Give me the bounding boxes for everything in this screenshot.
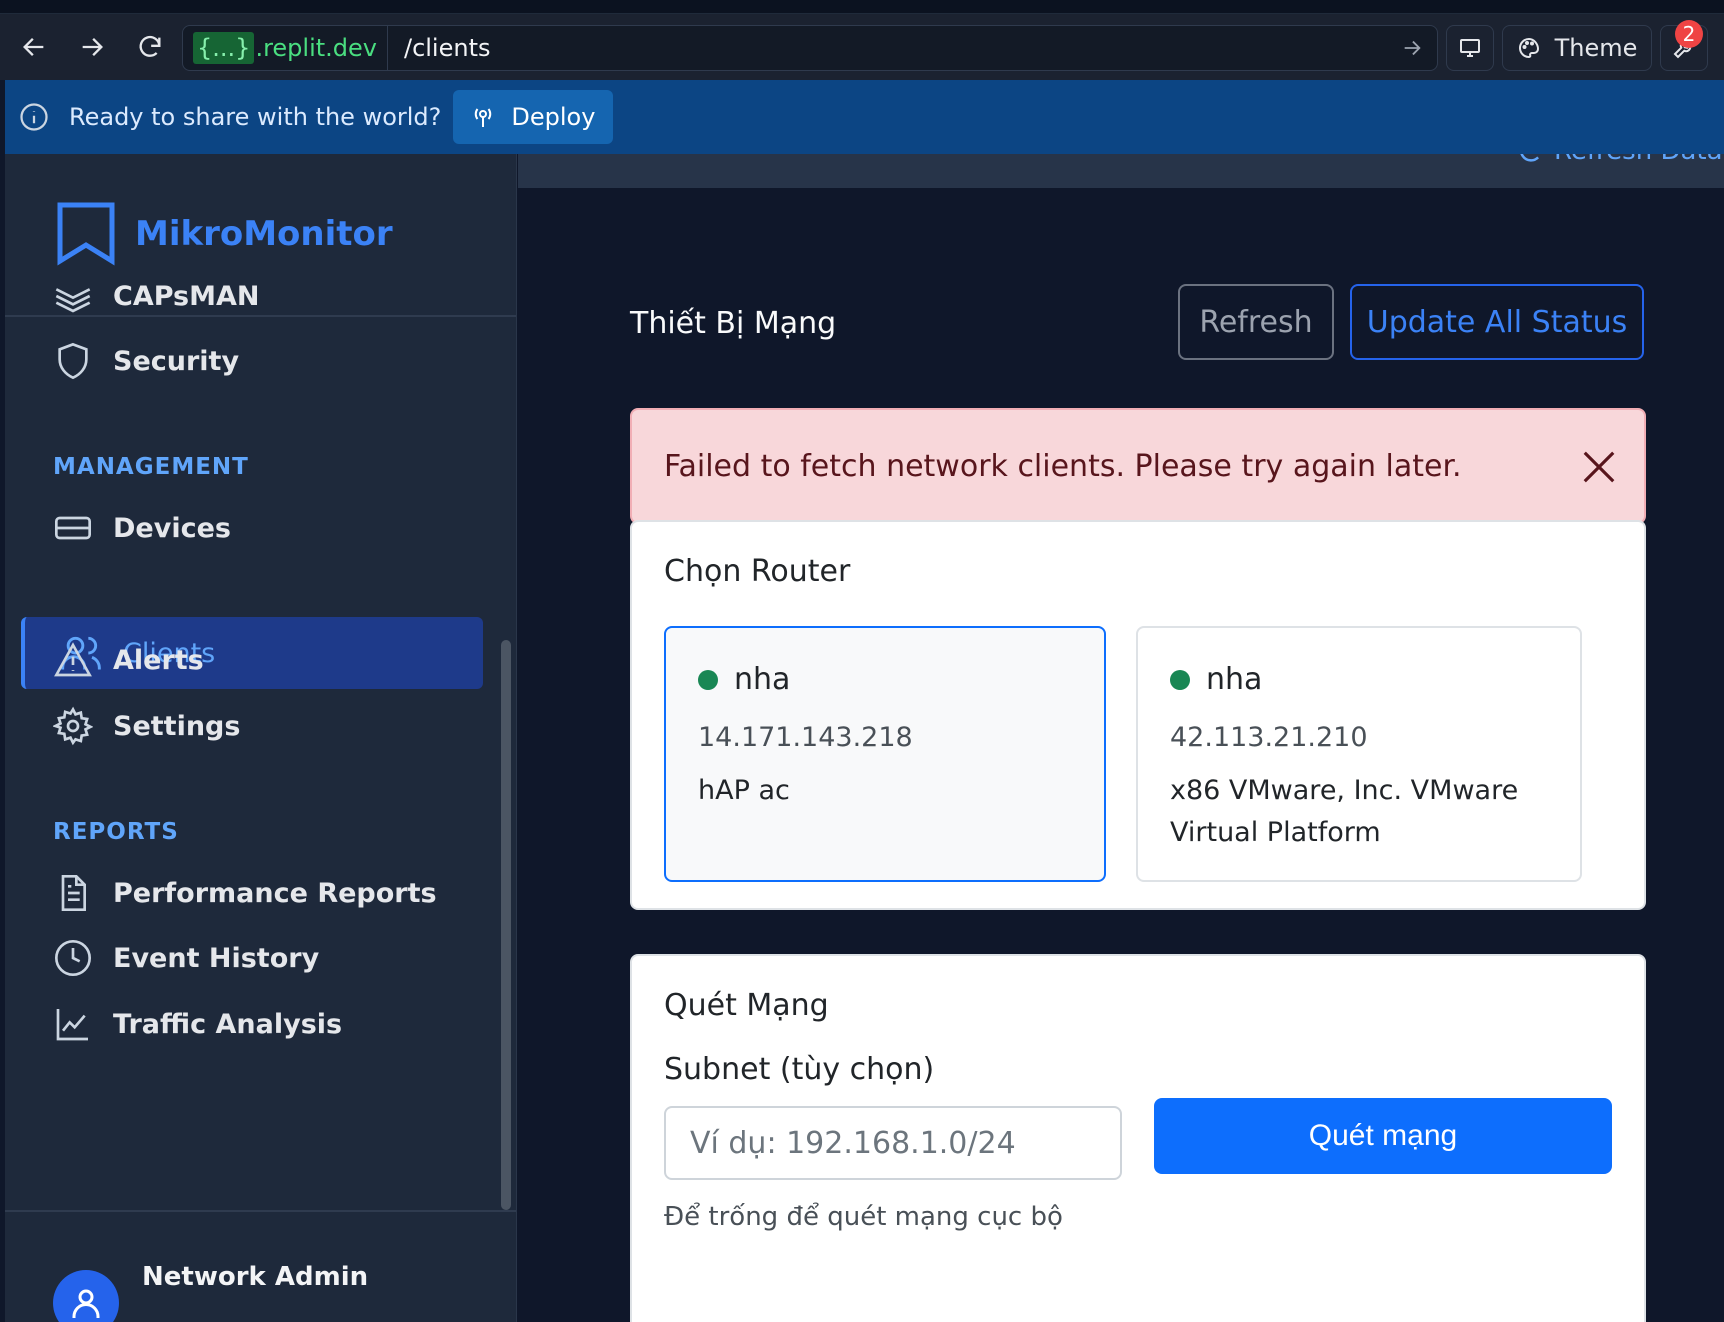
- status-dot: [698, 670, 718, 690]
- router-model: x86 VMware, Inc. VMware Virtual Platform: [1170, 775, 1519, 848]
- section-reports-label: REPORTS: [53, 819, 179, 845]
- router-card-title: Chọn Router: [664, 554, 851, 589]
- deploy-icon: [475, 108, 492, 127]
- sidebar-item-label: Alerts: [113, 644, 204, 676]
- tools-button[interactable]: 2: [1660, 20, 1708, 71]
- refresh-button[interactable]: Refresh: [1178, 284, 1334, 360]
- router-select-card: Chọn Router nha 14.171.143.218 hAP ac nh…: [630, 520, 1646, 910]
- deploy-button[interactable]: Deploy: [453, 90, 614, 144]
- sidebar-item-label: Settings: [113, 710, 241, 742]
- network-scan-card: Quét Mạng Subnet (tùy chọn) Quét mạng Để…: [630, 954, 1646, 1322]
- router-option-1[interactable]: nha 14.171.143.218 hAP ac: [664, 626, 1106, 882]
- forward-button[interactable]: [64, 19, 120, 75]
- avatar[interactable]: [53, 1270, 119, 1322]
- section-management-label: MANAGEMENT: [53, 454, 249, 480]
- scan-network-button[interactable]: Quét mạng: [1154, 1098, 1612, 1174]
- url-domain: {...} .replit.dev: [183, 26, 388, 70]
- refresh-icon: [1520, 154, 1540, 162]
- router-name: nha: [734, 662, 791, 697]
- sidebar-item-label: Traffic Analysis: [113, 1008, 343, 1040]
- address-bar[interactable]: {...} .replit.dev /clients: [182, 25, 1438, 71]
- sidebar-item-label: CAPsMAN: [113, 280, 260, 312]
- chart-icon: [56, 1009, 88, 1041]
- deploy-banner: Ready to share with the world? Deploy: [5, 80, 1724, 154]
- sidebar-item-label: Performance Reports: [113, 877, 437, 909]
- monitor-icon: [1460, 39, 1480, 57]
- server-icon: [55, 516, 91, 540]
- domain-suffix: .replit.dev: [255, 34, 377, 62]
- arrow-left-icon: [23, 38, 44, 56]
- main-header: Refresh Data: [518, 154, 1724, 188]
- warning-icon: [54, 642, 92, 677]
- scan-card-title: Quét Mạng: [664, 988, 829, 1023]
- brand-name: MikroMonitor: [135, 214, 393, 254]
- router-option-2[interactable]: nha 42.113.21.210 x86 VMware, Inc. VMwar…: [1136, 626, 1582, 882]
- sidebar-item-devices[interactable]: Devices: [53, 502, 231, 554]
- close-icon[interactable]: [1580, 448, 1618, 486]
- clock-icon: [55, 940, 91, 976]
- update-all-status-button[interactable]: Update All Status: [1350, 284, 1644, 360]
- sidebar-item-label: Security: [113, 345, 240, 377]
- sidebar-divider: [5, 1210, 516, 1212]
- info-icon: [20, 103, 48, 131]
- sidebar-item-traffic-analysis[interactable]: Traffic Analysis: [53, 998, 342, 1050]
- back-button[interactable]: [6, 19, 62, 75]
- theme-button[interactable]: Theme: [1502, 25, 1652, 71]
- layers-icon: [55, 288, 91, 313]
- arrow-right-icon: [82, 38, 103, 56]
- user-icon: [72, 1289, 100, 1318]
- sidebar-item-alerts[interactable]: Alerts: [53, 634, 204, 686]
- sidebar-item-performance-reports[interactable]: Performance Reports: [53, 867, 437, 919]
- sidebar: MikroMonitor CAPsMAN Security MANAGEMENT…: [5, 154, 517, 1322]
- subnet-label: Subnet (tùy chọn): [664, 1052, 935, 1087]
- banner-message: Ready to share with the world?: [69, 103, 442, 131]
- arrow-right-icon: [1404, 40, 1421, 56]
- shield-icon: [58, 342, 88, 380]
- domain-prefix: {...}: [193, 32, 255, 64]
- router-name: nha: [1206, 662, 1263, 697]
- sidebar-item-security[interactable]: Security: [53, 335, 239, 387]
- subnet-input[interactable]: [664, 1106, 1122, 1180]
- url-go-button[interactable]: [1387, 37, 1437, 59]
- browser-tab-strip: [0, 0, 1724, 14]
- sidebar-item-settings[interactable]: Settings: [53, 700, 240, 752]
- status-dot: [1170, 670, 1190, 690]
- url-path: /clients: [403, 34, 491, 62]
- page-title: Thiết Bị Mạng: [630, 306, 837, 341]
- refresh-data-label: Refresh Data: [1554, 154, 1723, 166]
- main-content: Refresh Data Thiết Bị Mạng Refresh Updat…: [518, 154, 1724, 1322]
- sidebar-item-label: Devices: [113, 512, 231, 544]
- user-name: Network Admin: [142, 1262, 369, 1292]
- theme-label: Theme: [1554, 34, 1638, 62]
- sidebar-item-event-history[interactable]: Event History: [53, 932, 319, 984]
- refresh-data-button[interactable]: Refresh Data: [1516, 154, 1723, 166]
- deploy-label: Deploy: [511, 103, 596, 131]
- reload-button[interactable]: [122, 19, 178, 75]
- reload-icon: [139, 35, 161, 57]
- notification-badge: 2: [1675, 20, 1703, 48]
- error-message: Failed to fetch network clients. Please …: [664, 448, 1462, 484]
- subnet-help-text: Để trống để quét mạng cục bộ: [664, 1202, 1063, 1232]
- brand-logo[interactable]: MikroMonitor: [55, 200, 393, 268]
- devtools-toggle-button[interactable]: [1446, 25, 1494, 71]
- sidebar-item-label: Event History: [113, 942, 320, 974]
- gear-icon: [53, 706, 93, 746]
- bookmark-icon: [57, 202, 115, 266]
- router-ip: 42.113.21.210: [1170, 722, 1368, 753]
- sidebar-scrollbar[interactable]: [501, 640, 511, 1210]
- router-ip: 14.171.143.218: [698, 722, 913, 753]
- document-icon: [61, 875, 86, 911]
- palette-icon: [1518, 37, 1539, 59]
- router-model: hAP ac: [698, 775, 790, 806]
- error-alert: Failed to fetch network clients. Please …: [630, 408, 1646, 524]
- sidebar-item-capsman[interactable]: CAPsMAN: [53, 270, 259, 322]
- browser-toolbar: {...} .replit.dev /clients Theme 2: [0, 14, 1724, 80]
